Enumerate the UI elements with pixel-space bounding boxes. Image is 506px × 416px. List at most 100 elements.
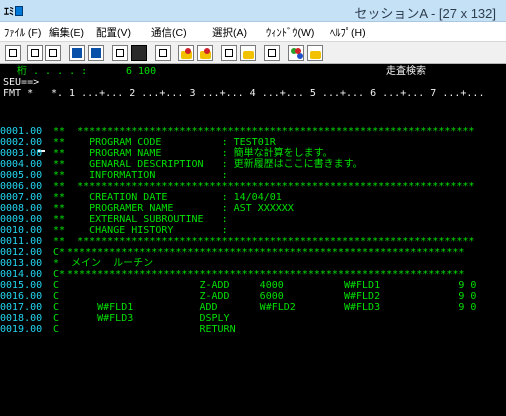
fmt-label: FMT * xyxy=(3,88,34,99)
sequence-number: 0011.00 xyxy=(0,236,43,247)
spec-type: C xyxy=(53,313,60,324)
top-banner xyxy=(0,99,506,110)
source-text: ** PROGRAM CODE : TEST01R xyxy=(53,137,276,148)
header-line-col: 桁 . . . . : 6 100 走査検索 xyxy=(0,66,506,77)
source-text: ** EXTERNAL SUBROUTINE : xyxy=(53,214,228,225)
sequence-number: 0009.00 xyxy=(0,214,43,225)
keyboard-icon[interactable] xyxy=(131,45,147,61)
color-icon[interactable] xyxy=(288,45,304,61)
app-icon[interactable]: ｴﾐ xyxy=(4,3,23,18)
source-line[interactable]: 0004.00 ** GENARAL DESCRIPTION : 更新履歴はここに… xyxy=(0,159,506,170)
sequence-number: 0013.00 xyxy=(0,258,43,269)
app-label: ｴﾐ xyxy=(4,7,14,18)
source-text: W#FLD1 ADD W#FLD2 W#FLD3 9 0 xyxy=(61,302,477,313)
spec-type: C xyxy=(53,291,60,302)
toolbar xyxy=(0,42,506,64)
print-screen-icon[interactable] xyxy=(5,45,21,61)
sequence-number: 0001.00 xyxy=(0,126,43,137)
source-line[interactable]: 0002.00 ** PROGRAM CODE : TEST01R xyxy=(0,137,506,148)
sequence-number: 0012.00 xyxy=(0,247,43,258)
source-line[interactable]: 0009.00 ** EXTERNAL SUBROUTINE : xyxy=(0,214,506,225)
playback-icon[interactable] xyxy=(197,45,213,61)
sequence-number: 0002.00 xyxy=(0,137,43,148)
source-line[interactable]: 0018.00 C W#FLD3 DSPLY xyxy=(0,313,506,324)
terminal-screen[interactable]: 桁 . . . . : 6 100 走査検索 SEU==> FMT * *. 1… xyxy=(0,64,506,416)
sequence-number: 0007.00 xyxy=(0,192,43,203)
sequence-number: 0008.00 xyxy=(0,203,43,214)
window-icon xyxy=(15,6,23,16)
source-line[interactable]: 0008.00 ** PROGRAMER NAME : AST XXXXXX xyxy=(0,203,506,214)
quick-icon[interactable] xyxy=(221,45,237,61)
source-line[interactable]: 0010.00 ** CHANGE HISTORY : xyxy=(0,225,506,236)
menu-window[interactable]: ｳｨﾝﾄﾞｳ(W) xyxy=(266,25,314,40)
sequence-number: 0006.00 xyxy=(0,181,43,192)
send-icon[interactable] xyxy=(69,45,85,61)
col-label: 桁 . . . . : xyxy=(17,66,88,77)
sequence-number: 0019.00 xyxy=(0,324,43,335)
sequence-number: 0018.00 xyxy=(0,313,43,324)
source-line[interactable]: 0003.00 ** PROGRAM NAME : 簡単な計算をします。 xyxy=(0,148,506,159)
source-line[interactable]: 0017.00 C W#FLD1 ADD W#FLD2 W#FLD3 9 0 xyxy=(0,302,506,313)
source-text: ****************************************… xyxy=(61,269,465,280)
copy-icon[interactable] xyxy=(27,45,43,61)
seu-line: SEU==> xyxy=(0,77,506,88)
source-line[interactable]: 0016.00 C Z-ADD 6000 W#FLD2 9 0 xyxy=(0,291,506,302)
source-text: ** *************************************… xyxy=(53,181,475,192)
source-text: ** GENARAL DESCRIPTION : 更新履歴はここに書きます。 xyxy=(53,159,363,170)
source-text: ** *************************************… xyxy=(53,126,475,137)
source-line[interactable]: 0006.00 ** ******************************… xyxy=(0,181,506,192)
source-line[interactable]: 0019.00 C RETURN xyxy=(0,324,506,335)
source-text: ** CREATION DATE : 14/04/01 xyxy=(53,192,282,203)
menu-help[interactable]: ﾍﾙﾌﾟ(H) xyxy=(330,25,366,40)
menu-select[interactable]: 選択(A) xyxy=(212,25,247,40)
source-line[interactable]: 0005.00 ** INFORMATION : xyxy=(0,170,506,181)
macro-icon[interactable] xyxy=(155,45,171,61)
col-value: 6 100 xyxy=(126,66,157,77)
menu-comm[interactable]: 通信(C) xyxy=(151,25,187,40)
source-line[interactable]: 0014.00 C* ******************************… xyxy=(0,269,506,280)
source-text: RETURN xyxy=(61,324,236,335)
source-line[interactable]: 0001.00 ** ******************************… xyxy=(0,126,506,137)
ruler-line: FMT * *. 1 ...+... 2 ...+... 3 ...+... 4… xyxy=(0,88,506,99)
sequence-number: 0014.00 xyxy=(0,269,43,280)
source-text: * メイン ルーチン xyxy=(53,258,154,269)
source-text: ** *************************************… xyxy=(53,236,475,247)
source-line[interactable]: 0007.00 ** CREATION DATE : 14/04/01 xyxy=(0,192,506,203)
sequence-number: 0017.00 xyxy=(0,302,43,313)
clipboard-icon[interactable] xyxy=(264,45,280,61)
source-text: Z-ADD 6000 W#FLD2 9 0 xyxy=(61,291,477,302)
record-icon[interactable] xyxy=(178,45,194,61)
spec-type: C xyxy=(53,302,60,313)
sequence-number: 0016.00 xyxy=(0,291,43,302)
source-text: ** INFORMATION : xyxy=(53,170,228,181)
sequence-number: 0010.00 xyxy=(0,225,43,236)
source-text: ** PROGRAMER NAME : AST XXXXXX xyxy=(53,203,294,214)
source-text: ** CHANGE HISTORY : xyxy=(53,225,228,236)
source-line[interactable]: 0012.00 C* ******************************… xyxy=(0,247,506,258)
menu-bar: ﾌｧｲﾙ (F) 編集(E) 配置(V) 通信(C) 選択(A) ｳｨﾝﾄﾞｳ(… xyxy=(0,22,506,42)
title-bar: ｴﾐ セッションA - [27 x 132] xyxy=(0,0,506,22)
spec-type: C xyxy=(53,280,60,291)
source-text: Z-ADD 4000 W#FLD1 9 0 xyxy=(61,280,477,291)
menu-file[interactable]: ﾌｧｲﾙ (F) xyxy=(4,25,41,40)
menu-edit[interactable]: 編集(E) xyxy=(49,25,84,40)
edit-icon[interactable] xyxy=(307,45,323,61)
source-line[interactable]: 0015.00 C Z-ADD 4000 W#FLD1 9 0 xyxy=(0,280,506,291)
window-title: セッションA - [27 x 132] xyxy=(354,6,496,21)
seu-prompt: SEU==> xyxy=(3,77,40,88)
source-line[interactable]: 0011.00 ** ******************************… xyxy=(0,236,506,247)
receive-icon[interactable] xyxy=(88,45,104,61)
step-icon[interactable] xyxy=(240,45,256,61)
sequence-number: 0004.00 xyxy=(0,159,43,170)
display-icon[interactable] xyxy=(112,45,128,61)
ruler: *. 1 ...+... 2 ...+... 3 ...+... 4 ...+.… xyxy=(51,88,485,99)
source-line[interactable]: 0013.00 * メイン ルーチン xyxy=(0,258,506,269)
sequence-number: 0003.00 xyxy=(0,148,43,159)
menu-layout[interactable]: 配置(V) xyxy=(96,25,131,40)
source-text: ** PROGRAM NAME : 簡単な計算をします。 xyxy=(53,148,333,159)
source-text: W#FLD3 DSPLY xyxy=(61,313,230,324)
spec-type: C xyxy=(53,324,60,335)
paste-icon[interactable] xyxy=(45,45,61,61)
mode-label: 走査検索 xyxy=(386,66,426,77)
sequence-number: 0015.00 xyxy=(0,280,43,291)
